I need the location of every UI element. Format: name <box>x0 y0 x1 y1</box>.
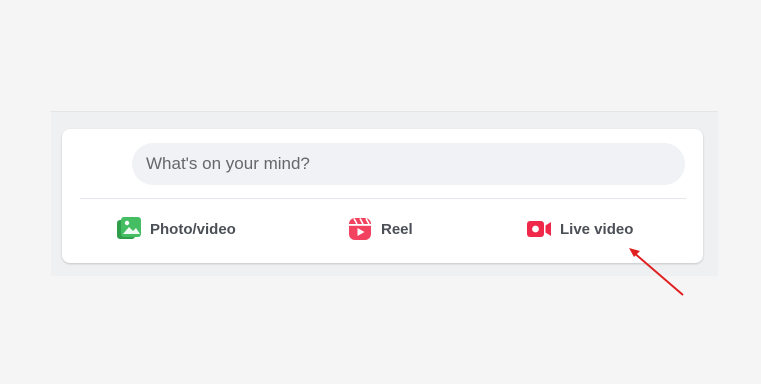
reel-label: Reel <box>381 220 413 238</box>
live-video-icon <box>526 216 552 242</box>
annotation-arrow <box>629 248 684 296</box>
photo-video-icon <box>116 216 142 242</box>
photo-video-label: Photo/video <box>150 220 236 238</box>
photo-video-button[interactable]: Photo/video <box>116 215 236 243</box>
composer-divider <box>80 198 686 199</box>
create-post-card: What's on your mind? Photo/video Reel Li… <box>62 129 703 263</box>
live-video-button[interactable]: Live video <box>526 215 633 243</box>
whats-on-your-mind-input[interactable]: What's on your mind? <box>132 143 685 185</box>
composer-placeholder: What's on your mind? <box>146 154 310 173</box>
live-video-label: Live video <box>560 220 634 238</box>
page: What's on your mind? Photo/video Reel Li… <box>0 0 761 384</box>
reel-button[interactable]: Reel <box>347 215 413 243</box>
reel-icon <box>347 216 373 242</box>
